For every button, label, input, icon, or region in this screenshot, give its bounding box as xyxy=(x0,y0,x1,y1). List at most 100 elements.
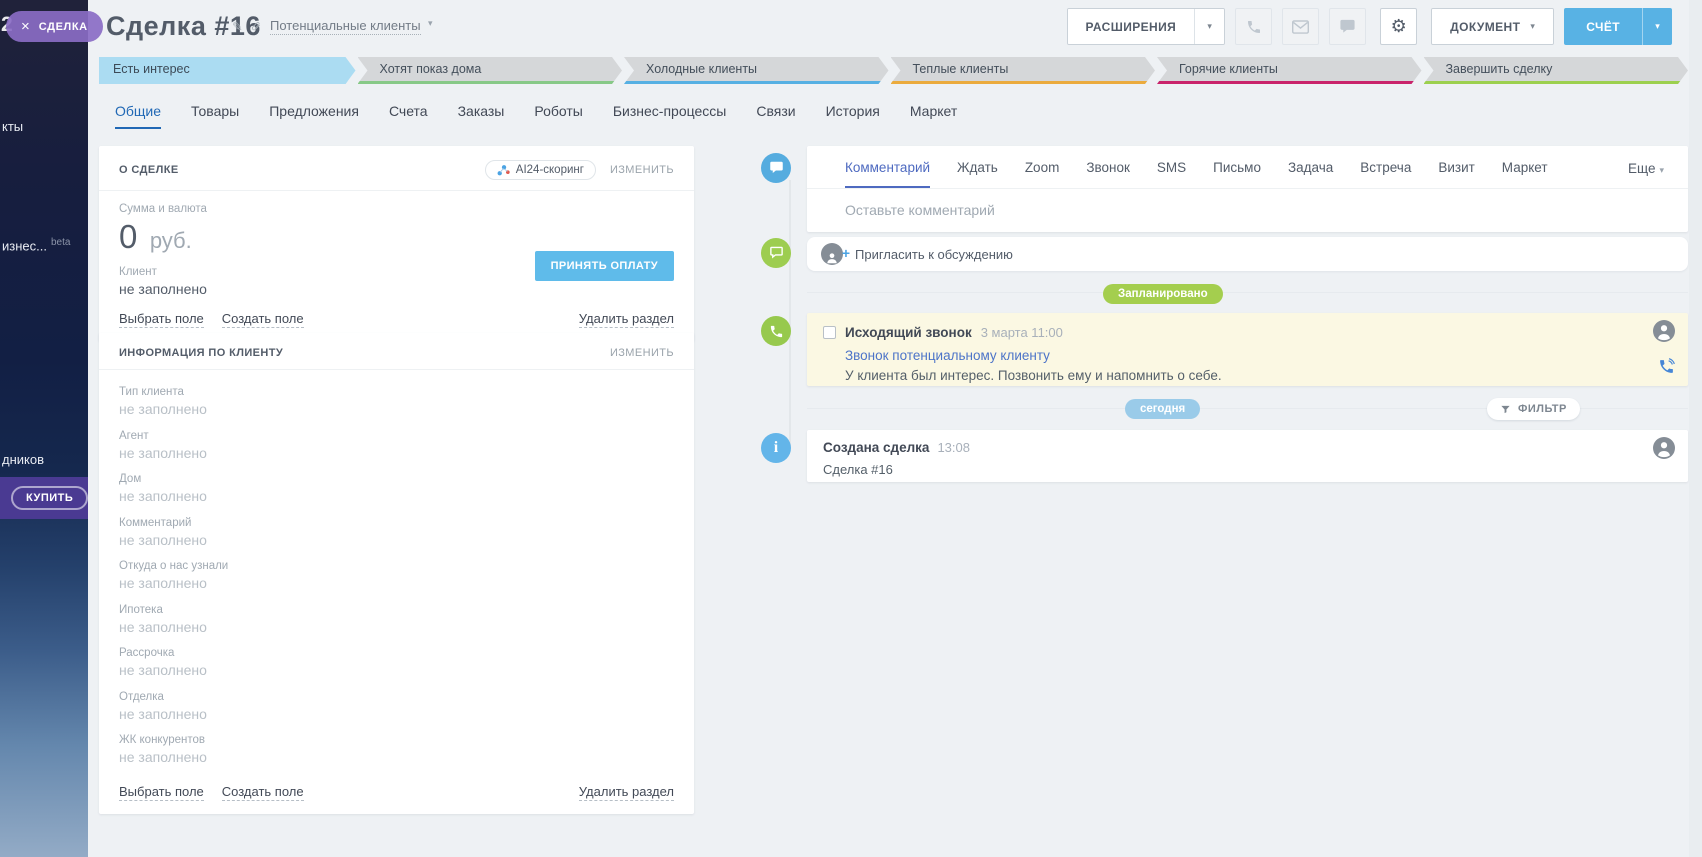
call-subject-link[interactable]: Звонок потенциальному клиенту xyxy=(845,348,1672,363)
planned-divider xyxy=(807,292,1688,293)
document-button[interactable]: ДОКУМЕНТ ▾ xyxy=(1432,9,1553,44)
tab-tovary[interactable]: Товары xyxy=(191,103,239,129)
create-field-link[interactable]: Создать поле xyxy=(222,784,304,801)
tl-tab-pismo[interactable]: Письмо xyxy=(1213,160,1261,188)
tl-tab-zvonok[interactable]: Звонок xyxy=(1086,160,1130,188)
field-otkuda-uznali[interactable]: Откуда о нас узнали не заполнено xyxy=(119,560,674,591)
tl-tab-more[interactable]: Еще▾ xyxy=(1628,161,1664,187)
select-field-link[interactable]: Выбрать поле xyxy=(119,311,204,328)
extensions-button[interactable]: РАСШИРЕНИЯ xyxy=(1068,9,1195,44)
chat-button[interactable] xyxy=(1329,8,1366,45)
field-tip-klienta[interactable]: Тип клиента не заполнено xyxy=(119,386,674,417)
settings-button[interactable]: ⚙ xyxy=(1380,8,1417,45)
tab-istoriya[interactable]: История xyxy=(826,103,880,129)
field-label: Ипотека xyxy=(119,604,674,616)
edit-title-icon[interactable]: ✎ xyxy=(232,20,243,35)
close-icon[interactable]: × xyxy=(21,19,30,34)
chat-icon xyxy=(1339,19,1356,35)
create-field-link[interactable]: Создать поле xyxy=(222,311,304,328)
field-label: ЖК конкурентов xyxy=(119,734,674,746)
sidebar-item-business[interactable]: изнес...beta xyxy=(2,237,70,253)
invite-to-discussion-row[interactable]: + Пригласить к обсуждению xyxy=(807,237,1688,271)
tab-predlozheniya[interactable]: Предложения xyxy=(269,103,359,129)
stage-holodnye-klienty[interactable]: Холодные клиенты xyxy=(624,57,889,84)
field-value: не заполнено xyxy=(119,706,674,722)
funnel-icon xyxy=(1500,404,1511,415)
tab-biznes-processy[interactable]: Бизнес-процессы xyxy=(613,103,726,129)
delete-section-link[interactable]: Удалить раздел xyxy=(579,784,674,801)
tab-obschie[interactable]: Общие xyxy=(115,103,161,129)
deal-edit-link[interactable]: ИЗМЕНИТЬ xyxy=(610,164,674,176)
call-title: Исходящий звонок xyxy=(845,325,972,340)
tab-roboty[interactable]: Роботы xyxy=(534,103,582,129)
invoice-button[interactable]: СЧЁТ xyxy=(1564,8,1642,45)
field-zhk-konkurentov[interactable]: ЖК конкурентов не заполнено xyxy=(119,734,674,765)
call-complete-checkbox[interactable] xyxy=(823,326,836,339)
scoring-badge-label: AI24-скоринг xyxy=(516,164,584,176)
delete-section-link[interactable]: Удалить раздел xyxy=(579,311,674,328)
field-agent[interactable]: Агент не заполнено xyxy=(119,430,674,461)
field-rassrochka[interactable]: Рассрочка не заполнено xyxy=(119,647,674,678)
deal-tabs: Общие Товары Предложения Счета Заказы Ро… xyxy=(115,103,957,129)
extensions-chevron-down-icon[interactable]: ▾ xyxy=(1194,9,1224,44)
pipeline-category-link[interactable]: Потенциальные клиенты xyxy=(270,18,421,35)
scoring-molecule-icon xyxy=(497,164,510,176)
paperclip-icon[interactable] xyxy=(250,20,263,38)
tl-tab-vstrecha[interactable]: Встреча xyxy=(1360,160,1411,188)
gear-icon: ⚙ xyxy=(1391,16,1407,37)
responsible-avatar xyxy=(1653,437,1675,464)
tl-tab-sms[interactable]: SMS xyxy=(1157,160,1186,188)
filter-button[interactable]: ФИЛЬТР xyxy=(1487,398,1580,420)
field-ipoteka[interactable]: Ипотека не заполнено xyxy=(119,604,674,635)
created-title: Создана сделка xyxy=(823,440,929,455)
client-edit-link[interactable]: ИЗМЕНИТЬ xyxy=(610,347,674,359)
stage-hotyat-pokaz-doma[interactable]: Хотят показ дома xyxy=(358,57,623,84)
stage-zavershit-sdelku[interactable]: Завершить сделку xyxy=(1424,57,1689,84)
client-value[interactable]: не заполнено xyxy=(119,281,674,297)
tab-market[interactable]: Маркет xyxy=(910,103,957,129)
buy-button[interactable]: КУПИТЬ xyxy=(11,486,88,510)
category-chevron-down-icon[interactable]: ▾ xyxy=(428,19,433,29)
sidebar-item-employees[interactable]: дников xyxy=(2,452,44,467)
scheduled-call-card: Исходящий звонок 3 марта 11:00 Звонок по… xyxy=(807,313,1688,386)
select-field-link[interactable]: Выбрать поле xyxy=(119,784,204,801)
start-call-icon[interactable] xyxy=(1658,358,1675,380)
tab-scheta[interactable]: Счета xyxy=(389,103,428,129)
phone-button[interactable] xyxy=(1235,8,1272,45)
left-sidebar: 2 × СДЕЛКА кты изнес...beta дников КУПИТ… xyxy=(0,0,88,857)
scrollbar[interactable] xyxy=(1689,0,1702,857)
tab-svyazi[interactable]: Связи xyxy=(756,103,795,129)
extensions-split-button: РАСШИРЕНИЯ ▾ xyxy=(1067,8,1226,45)
accept-payment-button[interactable]: ПРИНЯТЬ ОПЛАТУ xyxy=(535,251,674,281)
deal-created-card: Создана сделка 13:08 Сделка #16 xyxy=(807,430,1688,482)
field-value: не заполнено xyxy=(119,532,674,548)
tl-tab-zhdat[interactable]: Ждать xyxy=(957,160,998,188)
deal-pill-button[interactable]: × СДЕЛКА xyxy=(6,11,103,42)
stage-teplye-klienty[interactable]: Теплые клиенты xyxy=(891,57,1156,84)
tab-zakazy[interactable]: Заказы xyxy=(458,103,505,129)
invoice-chevron-down-icon[interactable]: ▾ xyxy=(1642,8,1672,45)
field-label: Рассрочка xyxy=(119,647,674,659)
field-kommentariy[interactable]: Комментарий не заполнено xyxy=(119,517,674,548)
field-value: не заполнено xyxy=(119,749,674,765)
call-datetime: 3 марта 11:00 xyxy=(981,325,1063,340)
tl-tab-kommentariy[interactable]: Комментарий xyxy=(845,160,930,188)
stage-est-interes[interactable]: Есть интерес xyxy=(99,57,356,84)
comment-input[interactable]: Оставьте комментарий xyxy=(807,189,1688,234)
timeline-composer-card: Комментарий Ждать Zoom Звонок SMS Письмо… xyxy=(807,146,1688,232)
email-button[interactable] xyxy=(1282,8,1319,45)
client-fields-list: Тип клиента не заполнено Агент не заполн… xyxy=(99,370,694,765)
field-dom[interactable]: Дом не заполнено xyxy=(119,473,674,504)
ai24-scoring-badge[interactable]: AI24-скоринг xyxy=(485,160,596,180)
tl-tab-market[interactable]: Маркет xyxy=(1502,160,1548,188)
tl-tab-vizit[interactable]: Визит xyxy=(1438,160,1474,188)
sidebar-item-contacts[interactable]: кты xyxy=(2,119,23,134)
deal-card-title: О СДЕЛКЕ xyxy=(119,164,179,176)
tl-tab-zoom[interactable]: Zoom xyxy=(1025,160,1060,188)
info-glyph: i xyxy=(774,439,778,457)
tl-tab-zadacha[interactable]: Задача xyxy=(1288,160,1333,188)
amount-currency: руб. xyxy=(150,228,192,253)
stage-goryachie-klienty[interactable]: Горячие клиенты xyxy=(1157,57,1422,84)
invite-text: Пригласить к обсуждению xyxy=(855,247,1013,262)
field-otdelka[interactable]: Отделка не заполнено xyxy=(119,691,674,722)
